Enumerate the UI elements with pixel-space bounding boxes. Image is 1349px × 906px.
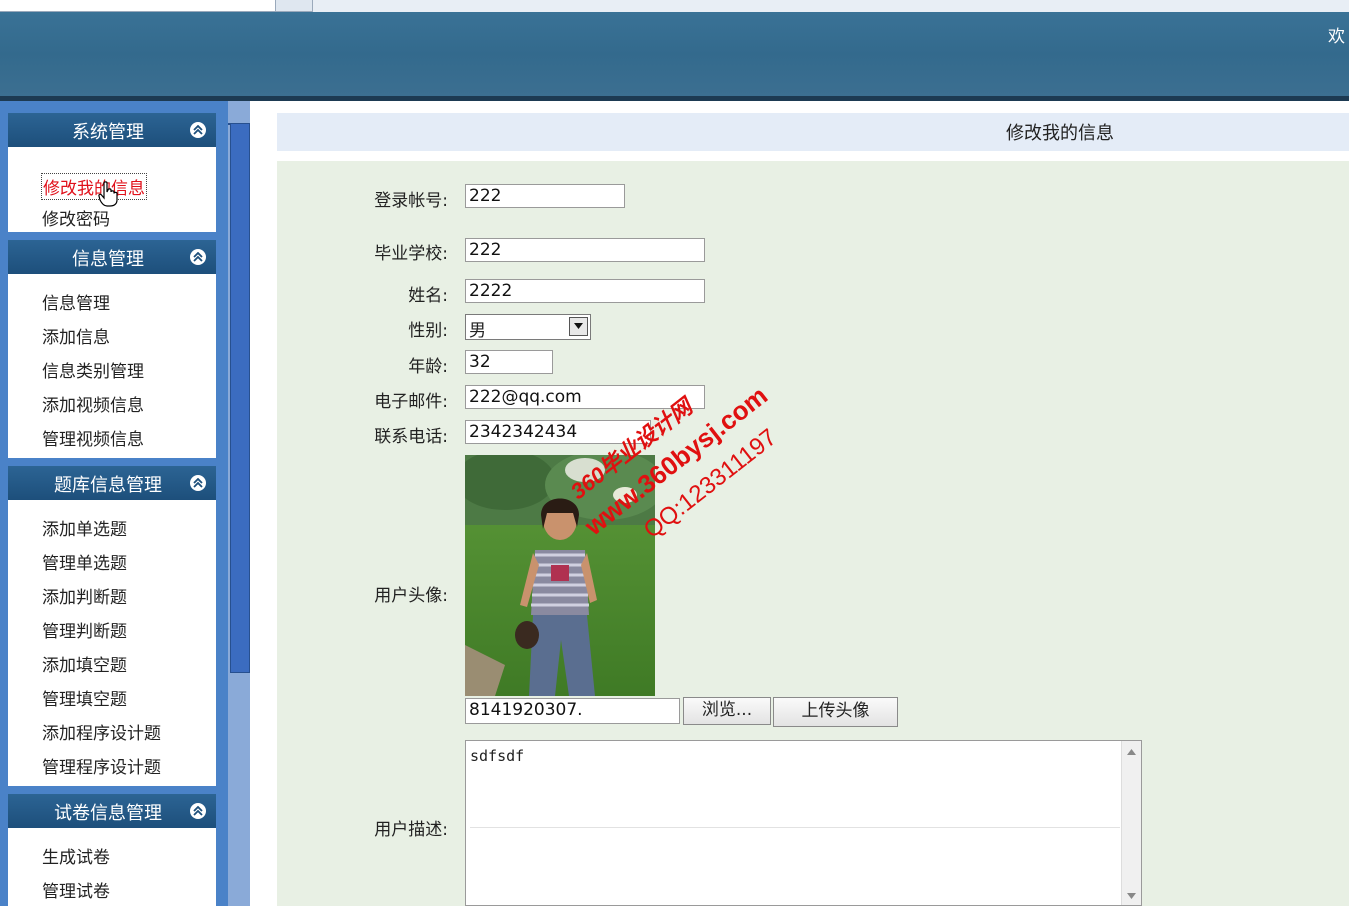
sidebar-scrollbar[interactable] <box>228 101 250 906</box>
collapse-icon[interactable] <box>190 249 206 265</box>
name-label: 姓名: <box>408 286 448 306</box>
menu-group-system: 系统管理 修改我的信息 修改密码 <box>8 113 216 232</box>
school-field[interactable]: 222 <box>465 238 705 262</box>
content-title-bar: 修改我的信息 <box>277 113 1349 151</box>
scroll-up-icon[interactable] <box>1127 749 1136 755</box>
email-field[interactable]: 222@qq.com <box>465 385 705 409</box>
scrollbar-thumb[interactable] <box>230 123 250 673</box>
collapse-icon[interactable] <box>190 803 206 819</box>
browser-tab[interactable] <box>0 0 276 12</box>
welcome-text: 欢 <box>1328 27 1345 47</box>
sidebar-item-add-single-choice[interactable]: 添加单选题 <box>42 515 127 540</box>
account-label: 登录帐号: <box>374 191 448 211</box>
scrollbar-up[interactable] <box>228 101 250 125</box>
menu-group-info: 信息管理 信息管理 添加信息 信息类别管理 添加视频信息 管理视频信息 <box>8 240 216 458</box>
sidebar-item-add-video[interactable]: 添加视频信息 <box>42 391 144 416</box>
sidebar-item-manage-exam[interactable]: 管理试卷 <box>42 877 110 902</box>
sidebar-item-change-password[interactable]: 修改密码 <box>42 205 110 230</box>
menu-group-header[interactable]: 试卷信息管理 <box>8 794 216 828</box>
gender-value: 男 <box>469 321 486 341</box>
sidebar-item-manage-single-choice[interactable]: 管理单选题 <box>42 549 127 574</box>
file-path-field[interactable]: 8141920307. <box>465 698 680 724</box>
page-title: 修改我的信息 <box>1006 123 1114 144</box>
sidebar-item-info-manage[interactable]: 信息管理 <box>42 289 110 314</box>
age-label: 年龄: <box>408 357 448 377</box>
description-text: sdfsdf <box>470 747 525 765</box>
textarea-scrollbar[interactable] <box>1121 741 1141 905</box>
menu-group-title: 试卷信息管理 <box>54 803 162 824</box>
menu-group-title: 题库信息管理 <box>54 475 162 496</box>
browser-new-tab[interactable] <box>276 0 313 12</box>
sidebar-item-manage-true-false[interactable]: 管理判断题 <box>42 617 127 642</box>
sidebar-item-manage-video[interactable]: 管理视频信息 <box>42 425 144 450</box>
age-field[interactable]: 32 <box>465 350 553 374</box>
desc-label: 用户描述: <box>374 820 448 840</box>
avatar-label: 用户头像: <box>374 586 448 606</box>
collapse-icon[interactable] <box>190 122 206 138</box>
gender-select[interactable]: 男 <box>465 314 591 341</box>
sidebar-item-generate-exam[interactable]: 生成试卷 <box>42 843 110 868</box>
sidebar-item-add-programming[interactable]: 添加程序设计题 <box>42 719 161 744</box>
browse-button[interactable]: 浏览... <box>683 697 771 725</box>
collapse-icon[interactable] <box>190 475 206 491</box>
sidebar-item-add-true-false[interactable]: 添加判断题 <box>42 583 127 608</box>
menu-group-title: 信息管理 <box>72 249 144 270</box>
site-header: 欢 <box>0 12 1349 96</box>
sidebar-item-info-category[interactable]: 信息类别管理 <box>42 357 144 382</box>
scroll-down-icon[interactable] <box>1127 893 1136 899</box>
chevron-down-icon[interactable] <box>569 317 588 336</box>
phone-label: 联系电话: <box>374 427 448 447</box>
textarea-divider <box>470 827 1120 828</box>
name-field[interactable]: 2222 <box>465 279 705 303</box>
sidebar-item-manage-programming[interactable]: 管理程序设计题 <box>42 753 161 778</box>
sidebar-item-add-fill-blank[interactable]: 添加填空题 <box>42 651 127 676</box>
email-label: 电子邮件: <box>374 392 448 412</box>
avatar-image <box>465 455 655 696</box>
school-label: 毕业学校: <box>374 244 448 264</box>
menu-group-header[interactable]: 系统管理 <box>8 113 216 147</box>
menu-group-header[interactable]: 信息管理 <box>8 240 216 274</box>
menu-group-title: 系统管理 <box>72 122 144 143</box>
sidebar-item-edit-my-info[interactable]: 修改我的信息 <box>41 173 147 200</box>
description-textarea[interactable]: sdfsdf <box>465 740 1142 906</box>
gender-label: 性别: <box>408 321 448 341</box>
sidebar: 系统管理 修改我的信息 修改密码 信息管理 信息管理 添加信息 信息类别管理 添… <box>0 101 228 906</box>
phone-field[interactable]: 2342342434 <box>465 420 651 444</box>
menu-group-exam: 试卷信息管理 生成试卷 管理试卷 <box>8 794 216 906</box>
hand-cursor-icon <box>98 181 118 207</box>
menu-group-question-bank: 题库信息管理 添加单选题 管理单选题 添加判断题 管理判断题 添加填空题 管理填… <box>8 466 216 786</box>
account-field[interactable]: 222 <box>465 184 625 208</box>
browser-tab-strip <box>0 0 1349 12</box>
upload-avatar-button[interactable]: 上传头像 <box>773 697 898 727</box>
sidebar-item-manage-fill-blank[interactable]: 管理填空题 <box>42 685 127 710</box>
menu-group-header[interactable]: 题库信息管理 <box>8 466 216 500</box>
sidebar-item-add-info[interactable]: 添加信息 <box>42 323 110 348</box>
